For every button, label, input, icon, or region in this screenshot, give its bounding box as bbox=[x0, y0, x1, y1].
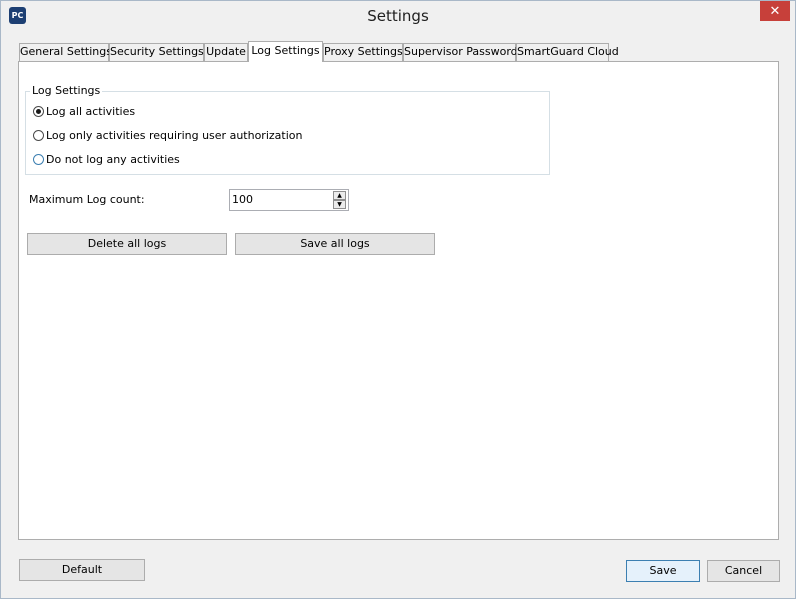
down-arrow-icon[interactable]: ▼ bbox=[333, 200, 346, 209]
radio-do-not-log[interactable]: Do not log any activities bbox=[33, 151, 180, 167]
radio-label: Log all activities bbox=[46, 104, 136, 118]
window-title: Settings bbox=[367, 7, 429, 25]
spin-buttons: ▲ ▼ bbox=[333, 191, 346, 209]
radio-button[interactable] bbox=[33, 129, 44, 141]
max-log-count-label: Maximum Log count: bbox=[29, 193, 145, 206]
radio-button-checked[interactable] bbox=[33, 105, 44, 117]
tab-general-settings[interactable]: General Settings bbox=[19, 43, 112, 61]
tab-smartguard-cloud[interactable]: SmartGuard Cloud bbox=[516, 43, 619, 61]
log-settings-panel: Log Settings Log all activities Log only… bbox=[18, 61, 779, 540]
radio-button[interactable] bbox=[33, 153, 44, 165]
close-icon: ✕ bbox=[769, 3, 781, 19]
radio-log-authorization-only[interactable]: Log only activities requiring user autho… bbox=[33, 127, 302, 143]
max-log-count-value[interactable]: 100 bbox=[232, 193, 253, 206]
tab-update[interactable]: Update bbox=[204, 43, 248, 61]
title-bar: PC Settings ✕ bbox=[1, 1, 795, 32]
close-button[interactable]: ✕ bbox=[760, 1, 790, 21]
log-settings-group: Log Settings Log all activities Log only… bbox=[25, 84, 550, 175]
save-button[interactable]: Save bbox=[626, 560, 700, 582]
delete-all-logs-button[interactable]: Delete all logs bbox=[27, 233, 227, 255]
max-log-count-stepper[interactable]: 100 ▲ ▼ bbox=[229, 189, 349, 211]
tab-security-settings[interactable]: Security Settings bbox=[109, 43, 204, 61]
up-arrow-icon[interactable]: ▲ bbox=[333, 191, 346, 200]
tab-proxy-settings[interactable]: Proxy Settings bbox=[323, 43, 403, 61]
default-button[interactable]: Default bbox=[19, 559, 145, 581]
cancel-button[interactable]: Cancel bbox=[707, 560, 780, 582]
radio-log-all[interactable]: Log all activities bbox=[33, 103, 135, 119]
radio-label: Log only activities requiring user autho… bbox=[46, 128, 303, 142]
group-title: Log Settings bbox=[30, 84, 103, 97]
settings-window: PC Settings ✕ General Settings Security … bbox=[0, 0, 796, 599]
tab-supervisor-password[interactable]: Supervisor Password bbox=[403, 43, 518, 61]
radio-label: Do not log any activities bbox=[46, 152, 180, 166]
tab-log-settings[interactable]: Log Settings bbox=[248, 41, 323, 62]
save-all-logs-button[interactable]: Save all logs bbox=[235, 233, 435, 255]
